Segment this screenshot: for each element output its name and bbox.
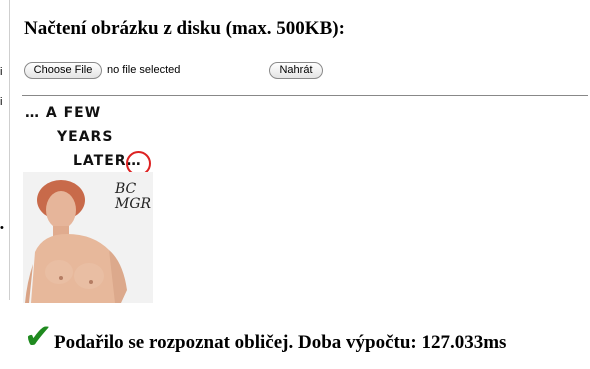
watermark-line1: BC <box>115 181 137 197</box>
image-caption-line1: … A FEW <box>25 105 102 121</box>
choose-file-button[interactable]: Choose File <box>24 62 102 79</box>
upload-button[interactable]: Nahrát <box>269 62 323 79</box>
photo-watermark: BC MGR <box>115 182 151 212</box>
result-text: Podařilo se rozpoznat obličej. Doba výpo… <box>54 332 507 353</box>
uploaded-image: … A FEW YEARS LATER… BC MGR <box>23 103 153 303</box>
left-strip-mark: • <box>0 222 4 234</box>
left-page-strip: i i • <box>0 0 10 300</box>
photo: BC MGR <box>23 172 153 303</box>
divider <box>22 95 588 96</box>
upload-form: Choose File no file selected Nahrát <box>24 62 334 80</box>
watermark-line2: MGR <box>115 196 152 212</box>
result-message: ✔ Podařilo se rozpoznat obličej. Doba vý… <box>24 317 584 359</box>
image-caption-line2: YEARS <box>57 129 114 145</box>
file-status-text: no file selected <box>107 64 181 76</box>
checkmark-icon: ✔ <box>24 317 53 357</box>
upload-heading: Načtení obrázku z disku (max. 500KB): <box>24 18 345 39</box>
left-strip-mark: i <box>0 66 3 78</box>
left-strip-mark: i <box>0 96 3 108</box>
